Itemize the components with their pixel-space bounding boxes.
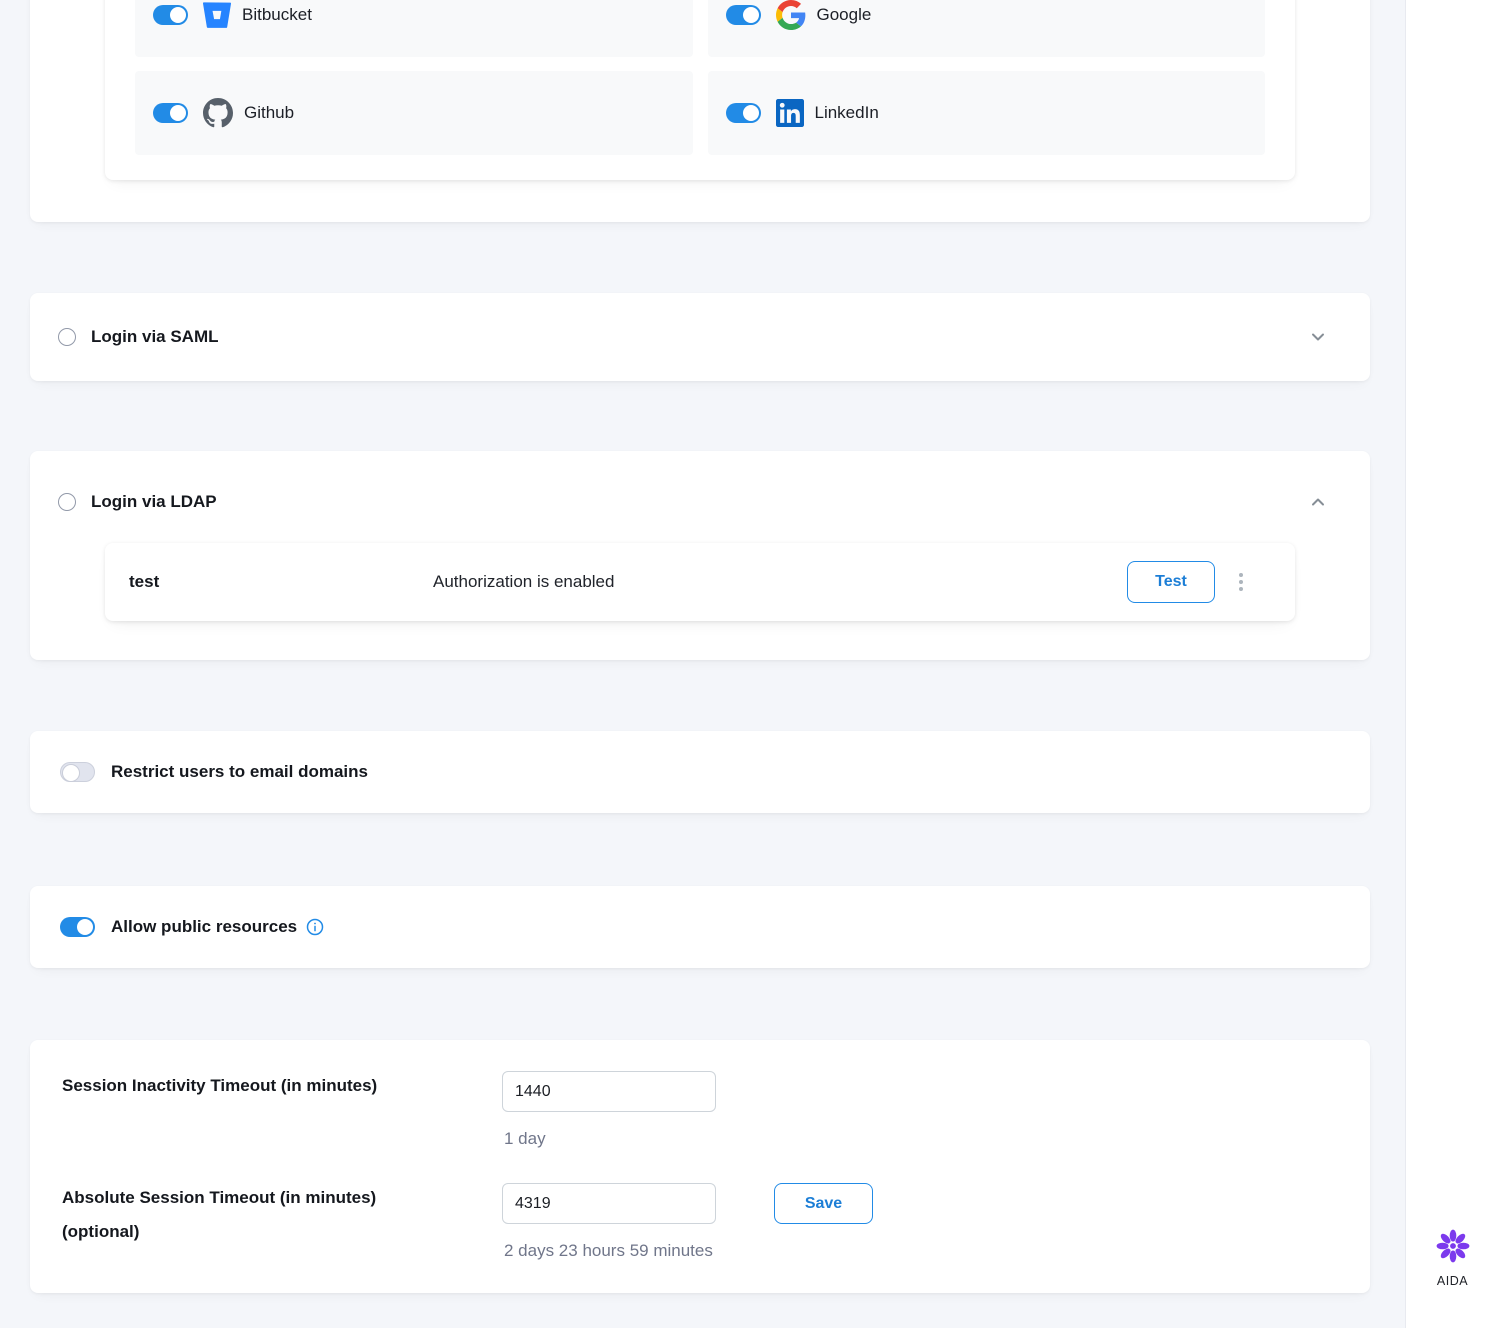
absolute-timeout-label: Absolute Session Timeout (in minutes) [62,1188,376,1208]
provider-label: Github [244,103,294,123]
ldap-connection-row: test Authorization is enabled Test [105,543,1295,621]
github-icon [203,98,233,128]
inactivity-timeout-input[interactable] [502,1071,716,1112]
assistant-side-panel: AIDA [1405,0,1498,1328]
chevron-down-icon[interactable] [1308,327,1328,347]
ldap-section-title: Login via LDAP [91,492,217,512]
provider-label: Google [817,5,872,25]
saml-section-header[interactable]: Login via SAML [30,293,1370,381]
auth-settings-page: Bitbucket Google [0,0,1498,1328]
absolute-timeout-input[interactable] [502,1183,716,1224]
provider-row-google: Google [708,0,1266,57]
login-providers-card: Bitbucket Google [30,0,1370,222]
absolute-timeout-hint: 2 days 23 hours 59 minutes [504,1241,713,1261]
bitbucket-toggle[interactable] [153,5,188,25]
inactivity-timeout-label: Session Inactivity Timeout (in minutes) [62,1076,377,1096]
login-providers-panel: Bitbucket Google [105,0,1295,180]
test-button[interactable]: Test [1127,561,1215,603]
provider-row-bitbucket: Bitbucket [135,0,693,57]
info-icon[interactable] [306,918,324,936]
provider-row-github: Github [135,71,693,155]
restrict-domains-label: Restrict users to email domains [111,762,368,782]
ldap-section-card: Login via LDAP test Authorization is ena… [30,451,1370,660]
restrict-domains-toggle[interactable] [60,762,95,782]
session-timeout-card: Session Inactivity Timeout (in minutes) … [30,1040,1370,1293]
bitbucket-icon [203,1,231,29]
restrict-domains-card: Restrict users to email domains [30,731,1370,813]
inactivity-timeout-hint: 1 day [504,1129,546,1149]
saml-section-title: Login via SAML [91,327,219,347]
save-button[interactable]: Save [774,1183,873,1224]
public-resources-card: Allow public resources [30,886,1370,968]
saml-section-card: Login via SAML [30,293,1370,381]
aida-label: AIDA [1437,1274,1468,1288]
ldap-connection-name: test [129,572,159,592]
chevron-up-icon[interactable] [1308,492,1328,512]
absolute-timeout-label-optional: (optional) [62,1222,139,1242]
kebab-menu-icon[interactable] [1235,569,1247,595]
linkedin-toggle[interactable] [726,103,761,123]
public-resources-toggle[interactable] [60,917,95,937]
linkedin-icon [776,99,804,127]
aida-assistant-button[interactable]: AIDA [1406,1228,1498,1288]
ldap-section-header[interactable]: Login via LDAP [30,451,1370,553]
provider-label: LinkedIn [815,103,879,123]
ldap-connection-status: Authorization is enabled [433,572,614,592]
provider-label: Bitbucket [242,5,312,25]
aida-flower-icon [1435,1228,1471,1269]
github-toggle[interactable] [153,103,188,123]
provider-row-linkedin: LinkedIn [708,71,1266,155]
saml-radio[interactable] [58,328,76,346]
google-icon [776,0,806,30]
ldap-radio[interactable] [58,493,76,511]
public-resources-label: Allow public resources [111,917,297,937]
google-toggle[interactable] [726,5,761,25]
